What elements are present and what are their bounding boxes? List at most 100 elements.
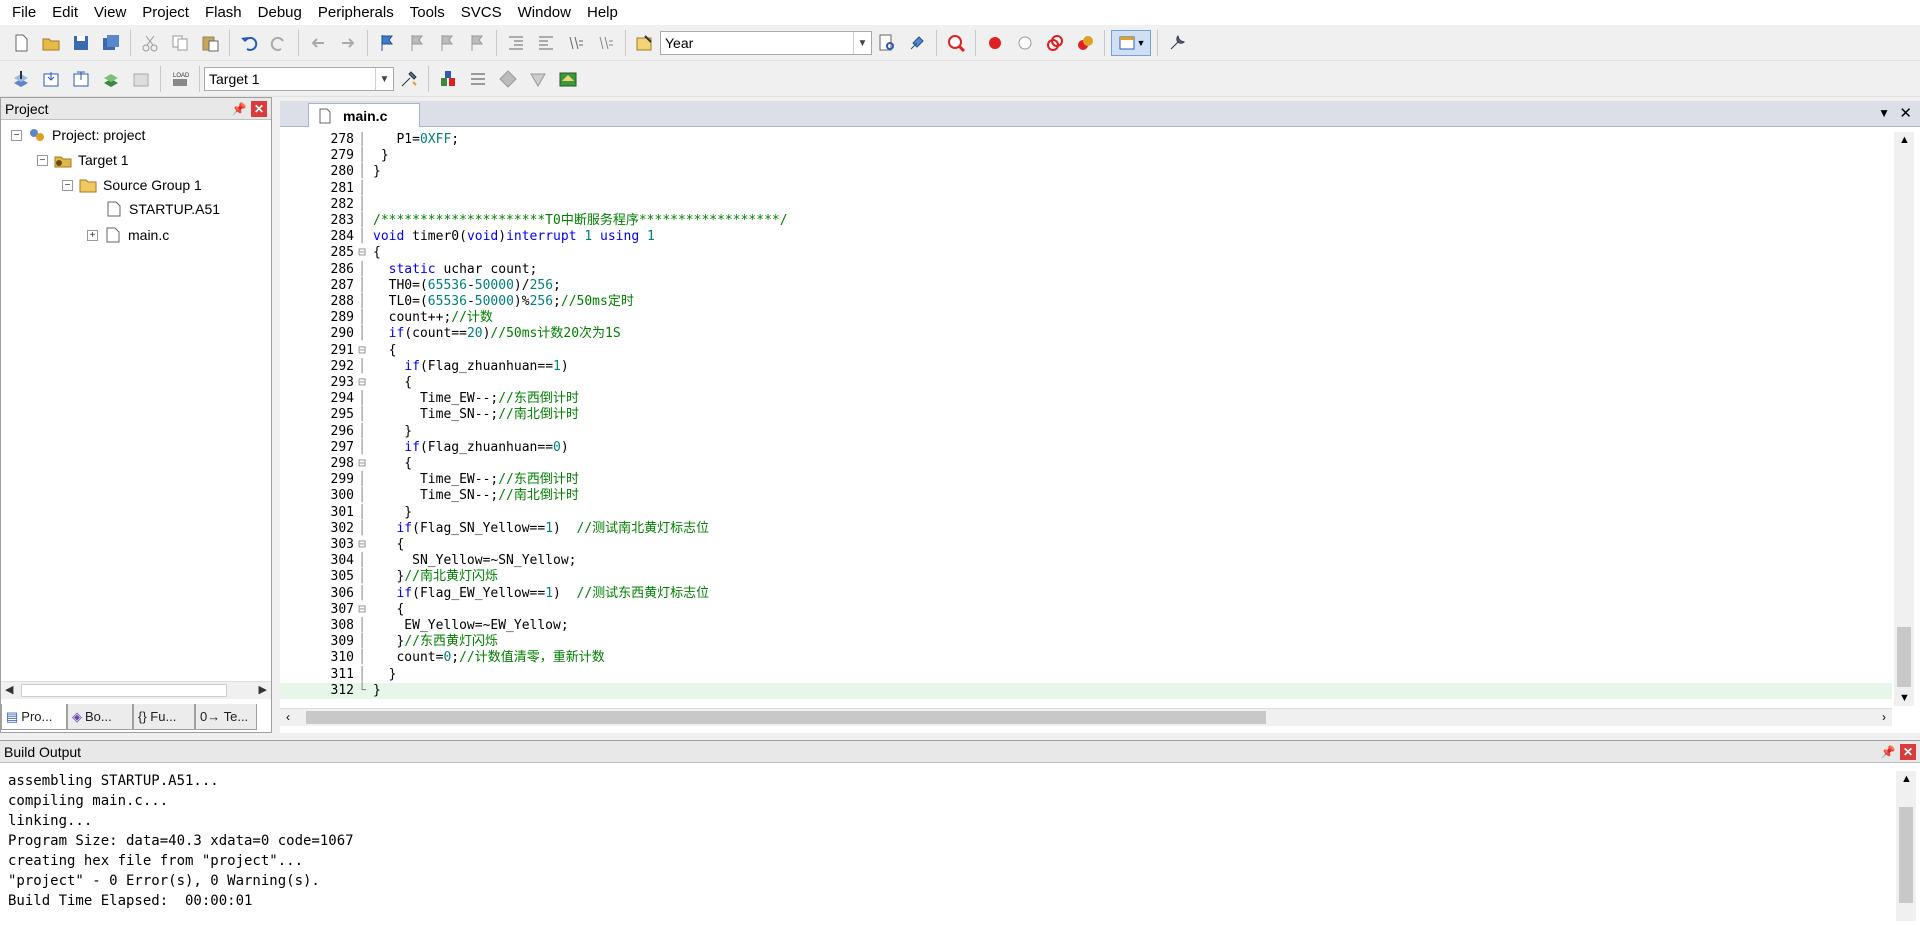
- build-icon[interactable]: [38, 66, 64, 92]
- new-file-icon[interactable]: [8, 30, 34, 56]
- fold-marker[interactable]: │: [357, 472, 367, 488]
- code-line[interactable]: 304 │ SN_Yellow=~SN_Yellow;: [280, 553, 1892, 569]
- tab-project[interactable]: ▤ Pro...: [1, 704, 67, 730]
- code-line[interactable]: 297 │ if(Flag_zhuanhuan==0): [280, 440, 1892, 456]
- code-line[interactable]: 286 │ static uchar count;: [280, 262, 1892, 278]
- scroll-right-icon[interactable]: ›: [1882, 710, 1886, 724]
- fold-marker[interactable]: │: [357, 294, 367, 310]
- fold-marker[interactable]: ⊟: [357, 375, 367, 391]
- code-line[interactable]: 303 ⊟ {: [280, 537, 1892, 553]
- fold-marker[interactable]: │: [357, 359, 367, 375]
- scroll-left-icon[interactable]: ‹: [286, 710, 290, 724]
- chevron-down-icon[interactable]: ▼: [375, 68, 393, 90]
- fold-marker[interactable]: │: [357, 278, 367, 294]
- fold-marker[interactable]: │: [357, 650, 367, 666]
- collapse-icon[interactable]: −: [62, 179, 73, 191]
- nav-back-icon[interactable]: [305, 30, 331, 56]
- comment-icon[interactable]: [563, 30, 589, 56]
- scroll-thumb[interactable]: [1897, 627, 1911, 687]
- code-area[interactable]: 278 │ P1=0XFF; 279 │ } 280 │} 281 │ 282 │ 283 │/***…: [280, 132, 1892, 706]
- fold-marker[interactable]: │: [357, 213, 367, 229]
- redo-icon[interactable]: [266, 30, 292, 56]
- code-line[interactable]: 279 │ }: [280, 148, 1892, 164]
- breakpoint-enable-icon[interactable]: [1012, 30, 1038, 56]
- code-line[interactable]: 302 │ if(Flag_SN_Yellow==1) //测试南北黄灯标志位: [280, 521, 1892, 537]
- code-line[interactable]: 296 │ }: [280, 424, 1892, 440]
- incremental-find-icon[interactable]: [904, 30, 930, 56]
- manage-project-items-icon[interactable]: [435, 66, 461, 92]
- debug-session-icon[interactable]: [943, 30, 969, 56]
- code-line[interactable]: 289 │ count++;//计数: [280, 310, 1892, 326]
- menu-svcs[interactable]: SVCS: [453, 0, 510, 25]
- paste-icon[interactable]: [197, 30, 223, 56]
- select-packs-icon[interactable]: [465, 66, 491, 92]
- tab-main-c[interactable]: main.c: [308, 103, 420, 127]
- fold-marker[interactable]: │: [357, 424, 367, 440]
- scroll-up-icon[interactable]: ▲: [1899, 134, 1910, 146]
- code-line[interactable]: 293 ⊟ {: [280, 375, 1892, 391]
- find-icon[interactable]: [874, 30, 900, 56]
- code-line[interactable]: 278 │ P1=0XFF;: [280, 132, 1892, 148]
- tree-item-startup-a51[interactable]: STARTUP.A51: [105, 198, 220, 220]
- scroll-up-icon[interactable]: ▲: [1901, 773, 1912, 785]
- fold-marker[interactable]: ⊟: [357, 537, 367, 553]
- undo-icon[interactable]: [236, 30, 262, 56]
- menu-help[interactable]: Help: [579, 0, 626, 25]
- stop-build-icon[interactable]: [128, 66, 154, 92]
- breakpoint-insert-icon[interactable]: [982, 30, 1008, 56]
- fold-marker[interactable]: │: [357, 586, 367, 602]
- code-line[interactable]: 280 │}: [280, 164, 1892, 180]
- fold-marker[interactable]: │: [357, 310, 367, 326]
- code-line[interactable]: 284 │ void timer0(void)interrupt 1 using 1: [280, 229, 1892, 245]
- editor-hscrollbar[interactable]: ‹ ›: [280, 708, 1892, 726]
- tree-item-source-group[interactable]: − Source Group 1: [62, 174, 202, 196]
- close-icon[interactable]: ✕: [251, 101, 267, 117]
- close-icon[interactable]: ✕: [1900, 744, 1916, 760]
- fold-marker[interactable]: │: [357, 521, 367, 537]
- fold-marker[interactable]: │: [357, 132, 367, 148]
- scroll-left-icon[interactable]: ◀: [5, 683, 13, 696]
- fold-marker[interactable]: ⊟: [357, 343, 367, 359]
- fold-marker[interactable]: ⊟: [357, 602, 367, 618]
- code-line[interactable]: 309 │ }//东西黄灯闪烁: [280, 634, 1892, 650]
- tree-item-project[interactable]: − Project: project: [11, 124, 145, 146]
- code-line[interactable]: 306 │ if(Flag_EW_Yellow==1) //测试东西黄灯标志位: [280, 586, 1892, 602]
- code-line[interactable]: 298 ⊟ {: [280, 456, 1892, 472]
- code-line[interactable]: 287 │ TH0=(65536-50000)/256;: [280, 278, 1892, 294]
- code-line[interactable]: 300 │ Time_SN--;//南北倒计时: [280, 488, 1892, 504]
- fold-marker[interactable]: │: [357, 197, 367, 213]
- breakpoint-kill-all-icon[interactable]: [1072, 30, 1098, 56]
- target-combo[interactable]: Target 1 ▼: [204, 67, 394, 91]
- tab-list-icon[interactable]: ▼: [1878, 106, 1890, 120]
- download-icon[interactable]: LOAD: [167, 66, 193, 92]
- code-line[interactable]: 307 ⊟ {: [280, 602, 1892, 618]
- code-line[interactable]: 285 ⊟ {: [280, 245, 1892, 261]
- code-line[interactable]: 308 │ EW_Yellow=~EW_Yellow;: [280, 618, 1892, 634]
- code-line[interactable]: 310 │ count=0;//计数值清零，重新计数: [280, 650, 1892, 666]
- code-line[interactable]: 295 │ Time_SN--;//南北倒计时: [280, 407, 1892, 423]
- target-options-icon[interactable]: [396, 66, 422, 92]
- fold-marker[interactable]: │: [357, 229, 367, 245]
- code-line[interactable]: 301 │ }: [280, 505, 1892, 521]
- fold-marker[interactable]: │: [357, 262, 367, 278]
- menu-window[interactable]: Window: [510, 0, 579, 25]
- fold-marker[interactable]: │: [357, 391, 367, 407]
- chevron-down-icon[interactable]: ▼: [853, 32, 871, 54]
- cut-icon[interactable]: [137, 30, 163, 56]
- breakpoint-disable-all-icon[interactable]: [1042, 30, 1068, 56]
- menu-debug[interactable]: Debug: [250, 0, 310, 25]
- window-layout-icon[interactable]: ▼: [1111, 30, 1151, 56]
- code-line[interactable]: 282 │: [280, 197, 1892, 213]
- find-in-files-icon[interactable]: [632, 30, 658, 56]
- save-all-icon[interactable]: [98, 30, 124, 56]
- pin-icon[interactable]: 📌: [231, 101, 247, 117]
- code-line[interactable]: 312 └}: [280, 682, 1892, 699]
- unindent-icon[interactable]: [533, 30, 559, 56]
- menu-view[interactable]: View: [86, 0, 134, 25]
- open-folder-icon[interactable]: [38, 30, 64, 56]
- fold-marker[interactable]: │: [357, 148, 367, 164]
- fold-marker[interactable]: │: [357, 505, 367, 521]
- fold-marker[interactable]: │: [357, 407, 367, 423]
- pin-icon[interactable]: 📌: [1880, 744, 1896, 760]
- scroll-right-icon[interactable]: ▶: [259, 683, 267, 696]
